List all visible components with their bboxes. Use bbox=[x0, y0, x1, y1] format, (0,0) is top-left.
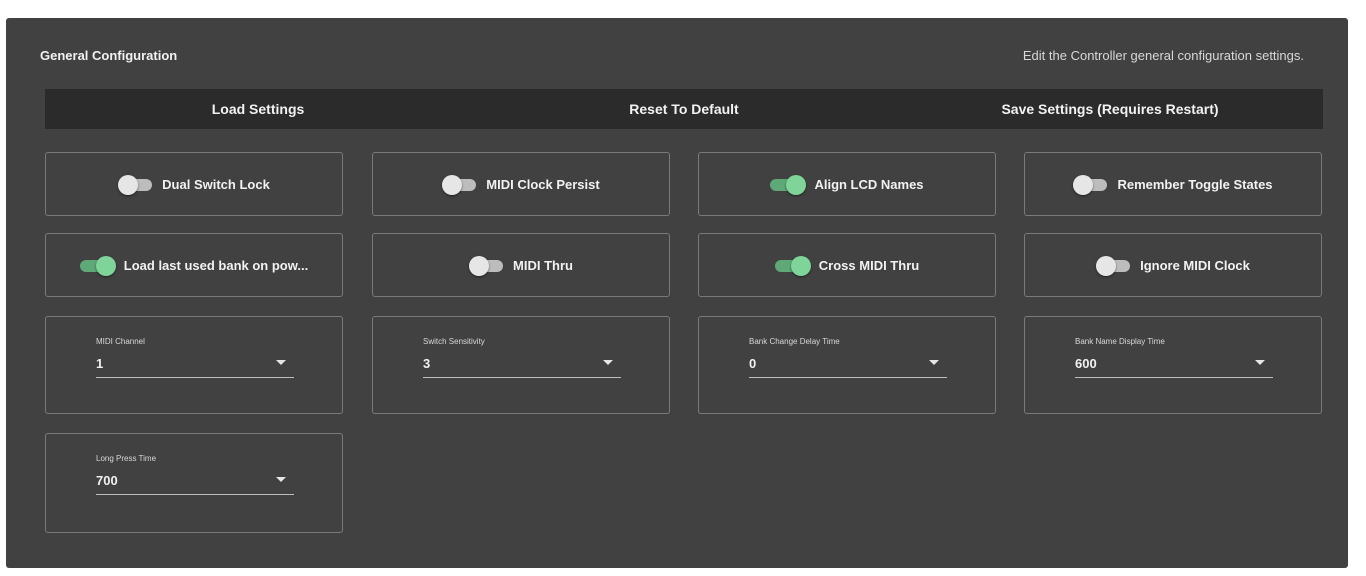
toggle-label: MIDI Clock Persist bbox=[486, 176, 600, 192]
toggle-card-midi-thru: MIDI Thru bbox=[372, 233, 670, 297]
toggle-label: Load last used bank on pow... bbox=[123, 257, 309, 273]
reset-to-default-button[interactable]: Reset To Default bbox=[471, 89, 897, 129]
page-description: Edit the Controller general configuratio… bbox=[1022, 48, 1304, 63]
select-card-bank-change-delay: Bank Change Delay Time 0 bbox=[698, 316, 996, 414]
select-card-midi-channel: MIDI Channel 1 bbox=[45, 316, 343, 414]
toggle-label: MIDI Thru bbox=[513, 257, 573, 273]
action-bar: Load Settings Reset To Default Save Sett… bbox=[45, 89, 1323, 129]
midi-clock-persist-toggle[interactable] bbox=[442, 175, 477, 195]
toggle-label: Ignore MIDI Clock bbox=[1140, 257, 1250, 273]
ignore-midi-clock-toggle[interactable] bbox=[1096, 256, 1131, 276]
toggle-label: Align LCD Names bbox=[814, 176, 924, 192]
long-press-time-select[interactable] bbox=[96, 452, 294, 496]
select-card-switch-sensitivity: Switch Sensitivity 3 bbox=[372, 316, 670, 414]
page-title: General Configuration bbox=[40, 48, 178, 63]
dual-switch-lock-toggle[interactable] bbox=[118, 175, 153, 195]
load-settings-button[interactable]: Load Settings bbox=[45, 89, 471, 129]
cross-midi-thru-toggle[interactable] bbox=[774, 256, 811, 276]
select-card-bank-name-display: Bank Name Display Time 600 bbox=[1024, 316, 1322, 414]
toggle-card-remember-toggle-states: Remember Toggle States bbox=[1024, 152, 1322, 216]
bank-change-delay-select[interactable] bbox=[749, 335, 947, 379]
save-settings-button[interactable]: Save Settings (Requires Restart) bbox=[897, 89, 1323, 129]
switch-sensitivity-select[interactable] bbox=[423, 335, 621, 379]
toggle-card-cross-midi-thru: Cross MIDI Thru bbox=[698, 233, 996, 297]
toggle-card-ignore-midi-clock: Ignore MIDI Clock bbox=[1024, 233, 1322, 297]
align-lcd-names-toggle[interactable] bbox=[770, 175, 807, 195]
midi-channel-select[interactable] bbox=[96, 335, 294, 379]
remember-toggle-states-toggle[interactable] bbox=[1073, 175, 1108, 195]
bank-name-display-select[interactable] bbox=[1075, 335, 1273, 379]
load-last-bank-toggle[interactable] bbox=[79, 256, 116, 276]
toggle-card-midi-clock-persist: MIDI Clock Persist bbox=[372, 152, 670, 216]
toggle-card-load-last-bank: Load last used bank on pow... bbox=[45, 233, 343, 297]
toggle-label: Remember Toggle States bbox=[1117, 176, 1273, 192]
toggle-card-dual-switch-lock: Dual Switch Lock bbox=[45, 152, 343, 216]
toggle-label: Dual Switch Lock bbox=[162, 176, 270, 192]
select-card-long-press-time: Long Press Time 700 bbox=[45, 433, 343, 533]
toggle-card-align-lcd-names: Align LCD Names bbox=[698, 152, 996, 216]
midi-thru-toggle[interactable] bbox=[469, 256, 504, 276]
toggle-label: Cross MIDI Thru bbox=[818, 257, 920, 273]
